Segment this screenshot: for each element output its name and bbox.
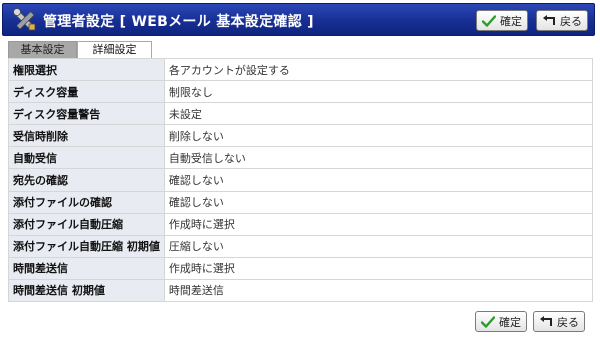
table-row: 時間差送信 作成時に選択 xyxy=(8,256,594,280)
setting-label: 添付ファイル自動圧縮 xyxy=(8,212,165,236)
settings-table: 権限選択 各アカウントが設定する ディスク容量 制限なし ディスク容量警告 未設定 受… xyxy=(8,57,594,303)
setting-label: 自動受信 xyxy=(8,146,165,170)
table-row: 宛先の確認 確認しない xyxy=(8,168,594,192)
setting-value: 確認しない xyxy=(163,168,594,192)
return-arrow-icon xyxy=(543,14,555,25)
table-row: 権限選択 各アカウントが設定する xyxy=(8,57,594,82)
footer-confirm-button[interactable]: 確定 xyxy=(475,311,527,332)
back-button[interactable]: 戻る xyxy=(536,10,588,31)
table-row: 受信時削除 削除しない xyxy=(8,124,594,148)
setting-value: 時間差送信 xyxy=(163,278,594,303)
tools-icon xyxy=(13,8,36,31)
setting-value: 確認しない xyxy=(163,190,594,214)
table-row: 添付ファイルの確認 確認しない xyxy=(8,190,594,214)
setting-value: 制限なし xyxy=(163,80,594,104)
setting-value: 作成時に選択 xyxy=(163,256,594,280)
table-row: ディスク容量 制限なし xyxy=(8,80,594,104)
setting-value: 削除しない xyxy=(163,124,594,148)
setting-label: 権限選択 xyxy=(8,57,165,82)
table-row: 自動受信 自動受信しない xyxy=(8,146,594,170)
setting-label: 時間差送信 初期値 xyxy=(8,278,165,303)
tab-detail-settings[interactable]: 詳細設定 xyxy=(77,41,152,58)
setting-label: 添付ファイルの確認 xyxy=(8,190,165,214)
setting-label: 添付ファイル自動圧縮 初期値 xyxy=(8,234,165,258)
setting-label: ディスク容量 xyxy=(8,80,165,104)
tab-bar: 基本設定 詳細設定 xyxy=(8,41,152,58)
setting-value: 圧縮しない xyxy=(163,234,594,258)
setting-label: 宛先の確認 xyxy=(8,168,165,192)
setting-label: ディスク容量警告 xyxy=(8,102,165,126)
return-arrow-icon xyxy=(540,315,552,326)
setting-value: 各アカウントが設定する xyxy=(163,57,594,82)
back-button-label: 戻る xyxy=(560,14,582,28)
setting-value: 未設定 xyxy=(163,102,594,126)
table-row: 添付ファイル自動圧縮 初期値 圧縮しない xyxy=(8,234,594,258)
checkmark-icon xyxy=(481,315,495,328)
page-title: 管理者設定 [ WEBメール 基本設定確認 ] xyxy=(43,14,314,30)
checkmark-icon xyxy=(482,14,496,27)
table-row: 時間差送信 初期値 時間差送信 xyxy=(8,278,594,303)
confirm-button[interactable]: 確定 xyxy=(476,10,528,31)
confirm-button-label: 確定 xyxy=(499,315,521,329)
back-button-label: 戻る xyxy=(557,315,579,329)
setting-label: 時間差送信 xyxy=(8,256,165,280)
setting-value: 作成時に選択 xyxy=(163,212,594,236)
confirm-button-label: 確定 xyxy=(500,14,522,28)
footer-back-button[interactable]: 戻る xyxy=(533,311,585,332)
table-row: ディスク容量警告 未設定 xyxy=(8,102,594,126)
tab-basic-settings[interactable]: 基本設定 xyxy=(8,41,77,58)
setting-label: 受信時削除 xyxy=(8,124,165,148)
title-bar: 管理者設定 [ WEBメール 基本設定確認 ] 確定 戻る xyxy=(2,3,595,36)
setting-value: 自動受信しない xyxy=(163,146,594,170)
table-row: 添付ファイル自動圧縮 作成時に選択 xyxy=(8,212,594,236)
